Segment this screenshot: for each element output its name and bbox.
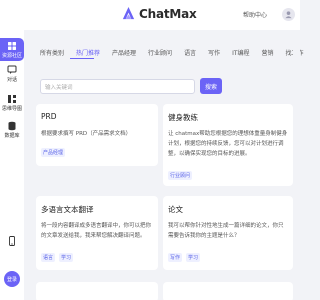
- sidebar-phone[interactable]: [0, 236, 24, 246]
- card-tag[interactable]: 学习: [186, 253, 201, 262]
- card-description: 我可以帮你针对性地生成一篇详细的论文，你只需要告诉我你的主题是什么？: [168, 223, 284, 239]
- category-tabs: 所有类别 热门推荐 产品经理 行业顾问 语言 写作 IT编程 营销 找工作: [40, 48, 316, 57]
- prompt-card-thesis[interactable]: 论文 我可以帮你针对性地生成一篇详细的论文，你只需要告诉我你的主题是什么？ 写作…: [163, 196, 293, 270]
- prompt-card[interactable]: [163, 282, 293, 300]
- chatmax-logo-icon: [122, 6, 135, 20]
- sidebar-item-label: 数据库: [4, 133, 20, 139]
- prompt-card-translation[interactable]: 多语言文本翻译 将一段内容翻译成多语言翻译中，你可以把你的文章发送给我，我来帮您…: [36, 196, 158, 270]
- card-title: PRD: [41, 112, 57, 121]
- tab-language[interactable]: 语言: [184, 48, 196, 57]
- card-tag[interactable]: 产品经理: [41, 148, 66, 157]
- tab-marketing[interactable]: 营销: [262, 48, 274, 57]
- database-icon: [8, 121, 16, 131]
- sidebar-item-chat[interactable]: 对话: [0, 65, 24, 83]
- card-description: 根据要求撰写 PRD（产品需求文档）: [41, 131, 132, 137]
- search-button[interactable]: 搜索: [200, 78, 222, 94]
- sidebar: 资源社区 对话 思维导图 数据库 登录: [0, 30, 24, 300]
- user-avatar[interactable]: [282, 8, 295, 21]
- scrollbar-track[interactable]: [293, 30, 300, 300]
- tab-hot[interactable]: 热门推荐: [76, 48, 100, 57]
- card-tag[interactable]: 行业顾问: [168, 171, 193, 180]
- sidebar-item-database[interactable]: 数据库: [0, 121, 24, 139]
- card-description: 让 chatmax帮助您根据您的理想体重量身制健身计划，根据您的持续反馈，您可以…: [168, 131, 288, 157]
- card-title: 多语言文本翻译: [41, 205, 94, 214]
- help-center-link[interactable]: 帮助中心: [243, 10, 267, 19]
- brand-name: ChatMax: [139, 6, 197, 21]
- card-description: 将一段内容翻译成多语言翻译中，你可以把你的文章发送给我，我来帮您解决翻译问题。: [41, 223, 152, 239]
- card-tags: 语言 学习: [41, 253, 77, 262]
- grid-icon: [8, 42, 16, 50]
- sidebar-item-label: 对话: [6, 77, 17, 83]
- card-tag[interactable]: 语言: [41, 253, 56, 262]
- card-tags: 产品经理: [41, 148, 69, 157]
- brand[interactable]: ChatMax: [121, 6, 197, 21]
- search-input[interactable]: 输入关键词: [40, 79, 195, 94]
- tab-product-manager[interactable]: 产品经理: [112, 48, 136, 57]
- user-icon: [285, 11, 292, 19]
- card-tags: 写作 学习: [168, 253, 204, 262]
- tab-it-programming[interactable]: IT编程: [232, 48, 249, 57]
- prompt-card[interactable]: [36, 282, 158, 300]
- phone-icon: [9, 236, 15, 246]
- top-bar: ChatMax 帮助中心: [0, 0, 300, 30]
- sidebar-item-label: 资源社区: [1, 53, 22, 59]
- active-tab-indicator: [70, 58, 94, 59]
- prompt-card-prd[interactable]: PRD 根据要求撰写 PRD（产品需求文档） 产品经理: [36, 104, 158, 166]
- sidebar-item-mindmap[interactable]: 思维导图: [0, 94, 24, 112]
- card-tag[interactable]: 写作: [168, 253, 183, 262]
- tab-writing[interactable]: 写作: [208, 48, 220, 57]
- card-title: 健身教练: [168, 113, 198, 122]
- card-tags: 行业顾问: [168, 171, 196, 180]
- login-button[interactable]: 登录: [4, 271, 20, 287]
- sidebar-item-community[interactable]: 资源社区: [0, 38, 24, 61]
- mindmap-icon: [8, 95, 16, 103]
- tab-all[interactable]: 所有类别: [40, 48, 64, 57]
- prompt-card-fitness-coach[interactable]: 健身教练 让 chatmax帮助您根据您的理想体重量身制健身计划，根据您的持续反…: [163, 104, 293, 186]
- sidebar-item-label: 思维导图: [1, 106, 22, 112]
- card-title: 论文: [168, 205, 183, 214]
- tab-industry-consultant[interactable]: 行业顾问: [148, 48, 172, 57]
- chat-icon: [7, 65, 17, 74]
- card-tag[interactable]: 学习: [59, 253, 74, 262]
